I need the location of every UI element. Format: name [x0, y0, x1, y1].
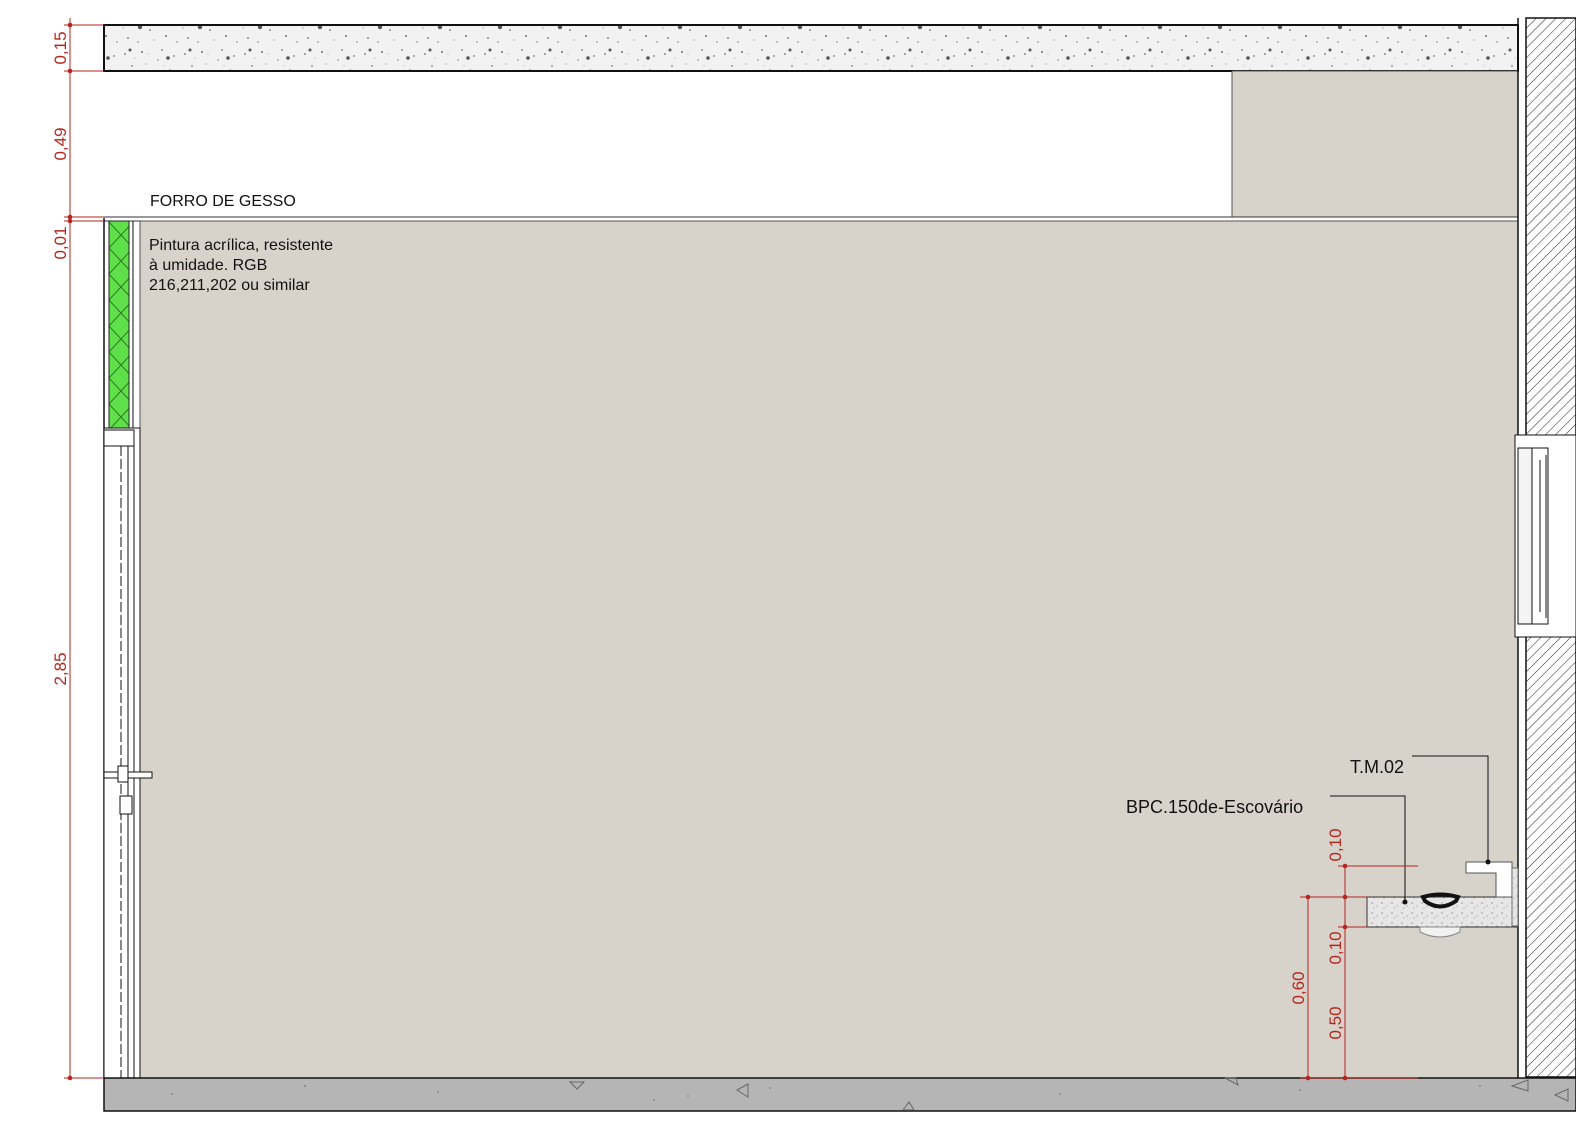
dim-faucet-height: 0,10 [1326, 828, 1345, 861]
plenum-wall-section [1231, 70, 1519, 218]
concrete-slab [103, 24, 1519, 72]
dim-ceiling-gap: 0,01 [51, 226, 70, 259]
dim-wall-height: 2,85 [51, 652, 70, 685]
window-right [1514, 434, 1576, 638]
dim-counter-total: 0,60 [1289, 971, 1308, 1004]
dim-counter-thickness: 0,10 [1326, 931, 1345, 964]
dim-slab: 0,15 [51, 31, 70, 64]
elevation-drawing: 0,15 0,49 0,01 2,85 0,10 0,10 0,60 0,50 … [51, 17, 1576, 1112]
paint-note-line1: Pintura acrílica, resistente [149, 237, 333, 254]
ceiling-label: FORRO DE GESSO [150, 193, 296, 210]
sink-tag: BPC.150de-Escovário [1126, 797, 1303, 817]
dim-plenum: 0,49 [51, 127, 70, 160]
dim-counter-base: 0,50 [1326, 1006, 1345, 1039]
floor-slab [103, 1077, 1576, 1112]
paint-note-line3: 216,211,202 ou similar [149, 277, 310, 294]
paint-note-line2: à umidade. RGB [149, 257, 267, 274]
countertop [1366, 896, 1519, 928]
insulation-panel [108, 220, 130, 432]
dimension-chain-left [64, 18, 104, 1081]
faucet-tag: T.M.02 [1350, 757, 1404, 777]
painted-wall [139, 220, 1519, 1079]
